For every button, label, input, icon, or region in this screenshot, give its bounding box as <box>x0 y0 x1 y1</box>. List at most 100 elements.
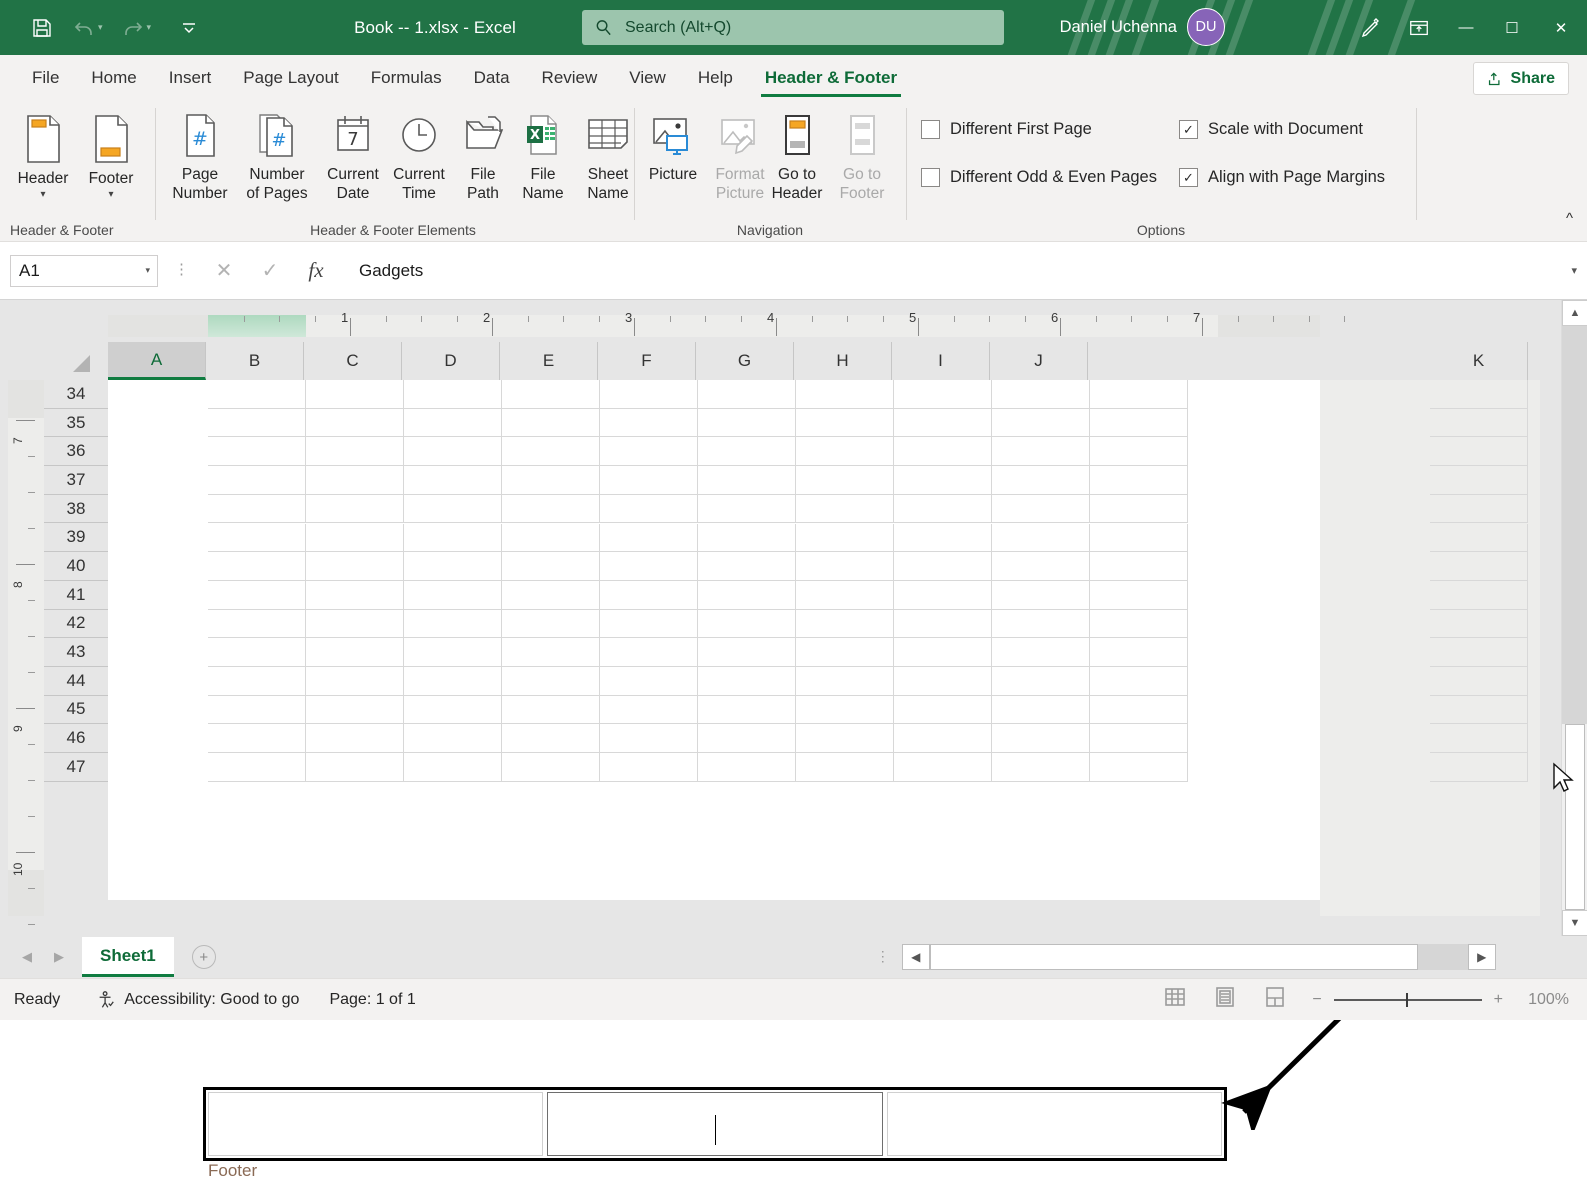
column-header-h[interactable]: H <box>794 342 892 380</box>
cell-I40[interactable] <box>992 552 1090 581</box>
cell-I35[interactable] <box>992 409 1090 438</box>
footer-dropdown-icon[interactable]: ▾ <box>108 190 113 200</box>
tab-page-layout[interactable]: Page Layout <box>227 55 354 100</box>
file-name-button[interactable]: X File Name <box>512 112 574 204</box>
tab-home[interactable]: Home <box>75 55 152 100</box>
sheet-name-button[interactable]: Sheet Name <box>574 112 642 204</box>
cell-C43[interactable] <box>404 638 502 667</box>
column-header-e[interactable]: E <box>500 342 598 380</box>
fx-insert-function-icon[interactable]: fx <box>293 254 339 288</box>
cell-G45[interactable] <box>796 696 894 725</box>
cell-C39[interactable] <box>404 524 502 553</box>
cell-F39[interactable] <box>698 524 796 553</box>
cell-J41[interactable] <box>1090 581 1188 610</box>
row-header-34[interactable]: 34 <box>44 380 108 409</box>
name-box-dropdown-icon[interactable]: ▾ <box>145 265 150 276</box>
column-header-b[interactable]: B <box>206 342 304 380</box>
column-header-c[interactable]: C <box>304 342 402 380</box>
cell-K40[interactable] <box>1430 552 1528 581</box>
cell-J47[interactable] <box>1090 753 1188 782</box>
cell-K35[interactable] <box>1430 409 1528 438</box>
cell-K37[interactable] <box>1430 466 1528 495</box>
cell-I36[interactable] <box>992 437 1090 466</box>
cell-B44[interactable] <box>306 667 404 696</box>
different-odd-even-checkbox[interactable] <box>921 168 940 187</box>
scale-with-document-checkbox[interactable]: ✓ <box>1179 120 1198 139</box>
tab-help[interactable]: Help <box>682 55 749 100</box>
cell-G44[interactable] <box>796 667 894 696</box>
option-align-with-margins[interactable]: ✓ Align with Page Margins <box>1179 168 1385 187</box>
cancel-icon[interactable]: ✕ <box>201 254 247 288</box>
cell-H42[interactable] <box>894 610 992 639</box>
cell-G37[interactable] <box>796 466 894 495</box>
row-header-39[interactable]: 39 <box>44 523 108 552</box>
cell-F34[interactable] <box>698 380 796 409</box>
cell-K41[interactable] <box>1430 581 1528 610</box>
sheet-tab-splitter[interactable]: ⋮ <box>876 952 890 962</box>
cell-A40[interactable] <box>208 552 306 581</box>
cell-A42[interactable] <box>208 610 306 639</box>
cell-F37[interactable] <box>698 466 796 495</box>
row-header-41[interactable]: 41 <box>44 581 108 610</box>
cell-J38[interactable] <box>1090 495 1188 524</box>
cell-E34[interactable] <box>600 380 698 409</box>
cell-G38[interactable] <box>796 495 894 524</box>
cell-J46[interactable] <box>1090 724 1188 753</box>
cell-J36[interactable] <box>1090 437 1188 466</box>
cell-B34[interactable] <box>306 380 404 409</box>
scroll-left-button[interactable]: ◀ <box>902 944 930 970</box>
row-header-36[interactable]: 36 <box>44 437 108 466</box>
formula-input[interactable]: Gadgets <box>349 254 1557 288</box>
row-header-38[interactable]: 38 <box>44 495 108 524</box>
cell-H39[interactable] <box>894 524 992 553</box>
cell-H45[interactable] <box>894 696 992 725</box>
zoom-in-button[interactable]: + <box>1494 991 1503 1009</box>
column-header-d[interactable]: D <box>402 342 500 380</box>
zoom-slider-knob[interactable] <box>1406 993 1408 1007</box>
cell-J44[interactable] <box>1090 667 1188 696</box>
cell-A45[interactable] <box>208 696 306 725</box>
cell-G43[interactable] <box>796 638 894 667</box>
cell-C37[interactable] <box>404 466 502 495</box>
cell-C38[interactable] <box>404 495 502 524</box>
cell-D38[interactable] <box>502 495 600 524</box>
align-with-margins-checkbox[interactable]: ✓ <box>1179 168 1198 187</box>
sheet-tab-sheet1[interactable]: Sheet1 <box>82 937 174 977</box>
tab-file[interactable]: File <box>16 55 75 100</box>
cell-J40[interactable] <box>1090 552 1188 581</box>
cell-A35[interactable] <box>208 409 306 438</box>
cell-C40[interactable] <box>404 552 502 581</box>
cell-H37[interactable] <box>894 466 992 495</box>
cell-B40[interactable] <box>306 552 404 581</box>
cell-D43[interactable] <box>502 638 600 667</box>
tab-review[interactable]: Review <box>526 55 614 100</box>
pen-ink-icon[interactable] <box>1347 0 1395 55</box>
cell-I44[interactable] <box>992 667 1090 696</box>
row-header-46[interactable]: 46 <box>44 724 108 753</box>
file-path-button[interactable]: File Path <box>454 112 512 204</box>
cell-J35[interactable] <box>1090 409 1188 438</box>
footer-button[interactable]: Footer ▾ <box>78 112 144 200</box>
cell-K45[interactable] <box>1430 696 1528 725</box>
cell-K39[interactable] <box>1430 524 1528 553</box>
page-break-preview-icon[interactable] <box>1263 985 1287 1014</box>
current-date-button[interactable]: 7 Current Date <box>318 112 388 204</box>
cell-F35[interactable] <box>698 409 796 438</box>
cell-D47[interactable] <box>502 753 600 782</box>
ribbon-display-options-icon[interactable] <box>1395 0 1443 55</box>
maximize-button[interactable]: ☐ <box>1489 0 1535 55</box>
row-header-45[interactable]: 45 <box>44 696 108 725</box>
cell-C35[interactable] <box>404 409 502 438</box>
cell-B42[interactable] <box>306 610 404 639</box>
cell-C44[interactable] <box>404 667 502 696</box>
cell-F40[interactable] <box>698 552 796 581</box>
cell-C34[interactable] <box>404 380 502 409</box>
zoom-slider[interactable] <box>1334 999 1482 1001</box>
cell-G41[interactable] <box>796 581 894 610</box>
cell-K42[interactable] <box>1430 610 1528 639</box>
horizontal-scroll-thumb[interactable] <box>930 944 1418 970</box>
cell-E37[interactable] <box>600 466 698 495</box>
cell-A37[interactable] <box>208 466 306 495</box>
option-different-odd-even[interactable]: Different Odd & Even Pages <box>921 168 1157 187</box>
footer-right-section[interactable] <box>887 1092 1222 1156</box>
